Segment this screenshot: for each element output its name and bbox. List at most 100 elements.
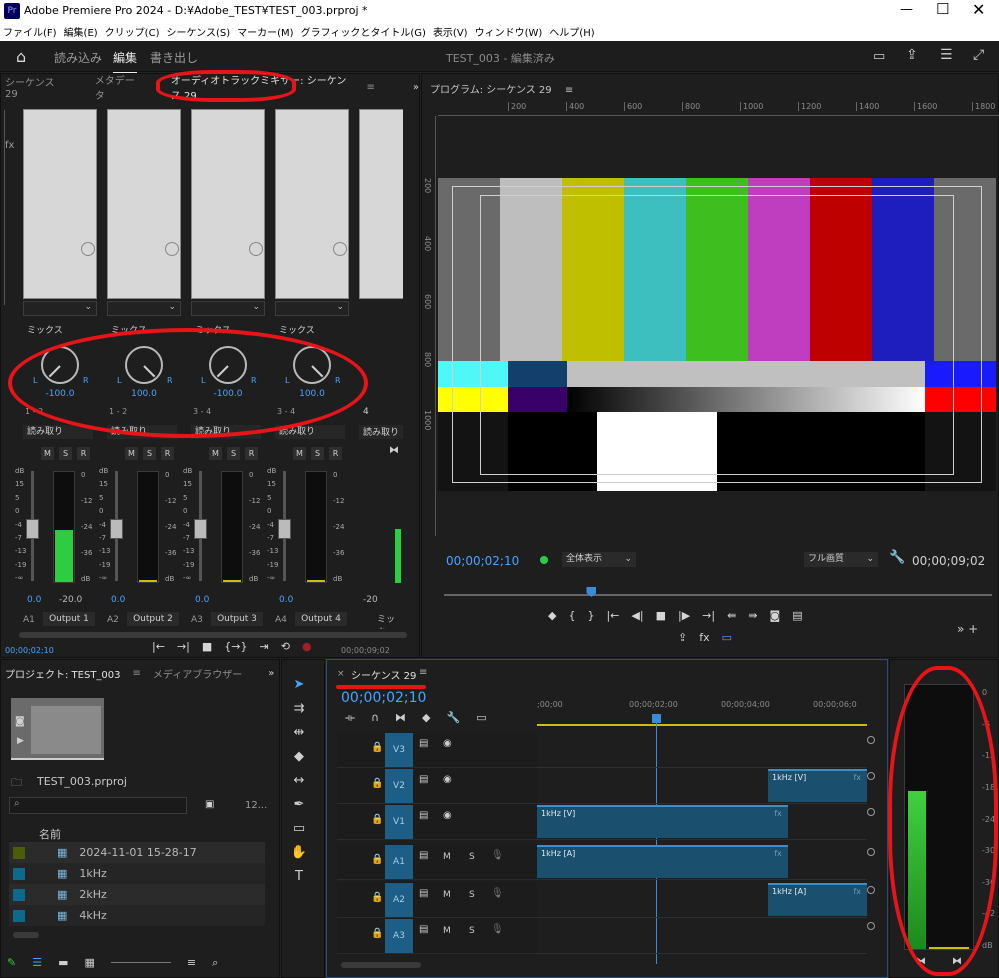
rectangle-icon[interactable]: ▭ — [290, 820, 308, 838]
track-end-handle[interactable] — [867, 736, 875, 744]
sync-lock-icon[interactable]: ▤ — [419, 738, 428, 749]
maximize-icon[interactable]: ☐ — [936, 0, 949, 18]
timeline-clip[interactable]: 1kHz [V] fx — [537, 805, 788, 838]
mute-solo-record-button[interactable]: R — [245, 447, 258, 460]
panel-toggle-icon[interactable]: ▭ — [873, 49, 885, 64]
menu-item[interactable]: グラフィックとタイトル(G) — [301, 24, 426, 39]
zoom-slider[interactable] — [110, 956, 171, 963]
send-select[interactable]: ⌄ — [275, 301, 349, 316]
menu-item[interactable]: クリップ(C) — [105, 24, 160, 39]
track-end-handle[interactable] — [867, 848, 875, 856]
timeline-timecode[interactable]: 00;00;02;10 — [341, 690, 426, 706]
mixer-transport-button[interactable]: ⟲ — [281, 640, 290, 653]
add-button-icon[interactable]: » + — [957, 622, 978, 636]
pencil-icon[interactable]: ✎ — [7, 956, 16, 970]
mixer-scrollbar[interactable] — [19, 632, 407, 638]
razor-icon[interactable]: ◆ — [290, 748, 308, 766]
volume-value[interactable]: 0.0 — [111, 595, 125, 605]
ripple-edit-icon[interactable]: ⇹ — [290, 724, 308, 742]
list-item[interactable]: ▦ 2024-11-01 15-28-17 — [9, 842, 265, 863]
program-control-button[interactable]: fx — [699, 631, 709, 644]
mixer-transport-button[interactable]: |← — [152, 640, 165, 653]
mixer-transport-button[interactable]: ● — [302, 640, 312, 653]
mic-icon[interactable]: 🎙 — [491, 850, 504, 861]
mixer-transport-button[interactable]: →| — [177, 640, 190, 653]
mute-solo-record-button[interactable]: S — [227, 447, 240, 460]
list-item[interactable]: ▦ 1kHz — [9, 863, 265, 884]
more-panels-icon[interactable]: » — [268, 668, 274, 679]
zoom-select[interactable]: 全体表示 ⌄ — [562, 552, 636, 567]
panel-menu-icon[interactable]: ≡ — [366, 82, 374, 93]
lock-icon[interactable]: 🔒 — [371, 854, 383, 865]
mute-solo-record-button[interactable]: S — [311, 447, 324, 460]
close-icon[interactable]: ✕ — [972, 0, 985, 19]
program-control-button[interactable]: ⇛ — [748, 609, 757, 622]
mute-solo-record-button[interactable]: M — [293, 447, 306, 460]
program-control-button[interactable]: |▶ — [678, 609, 690, 622]
sync-lock-icon[interactable]: ▤ — [419, 924, 428, 935]
track-target[interactable]: V1 — [385, 805, 413, 839]
nest-icon[interactable]: ⟛ — [345, 711, 355, 725]
mute-solo-record-button[interactable]: R — [161, 447, 174, 460]
panel-menu-icon[interactable]: ≡ — [133, 668, 141, 679]
search-icon[interactable]: ⌕ — [212, 956, 218, 970]
volume-value[interactable]: 0.0 — [279, 595, 293, 605]
eye-icon[interactable]: ◉ — [443, 738, 452, 749]
project-search-input[interactable]: ⌕ — [9, 797, 187, 814]
mixer-transport-button[interactable]: ⇥ — [260, 640, 269, 653]
pen-icon[interactable]: ✒ — [290, 796, 308, 814]
lock-icon[interactable]: 🔒 — [371, 742, 383, 753]
sort-icon[interactable]: ≡ — [187, 956, 196, 970]
effects-slot[interactable] — [275, 109, 349, 299]
wrench-icon[interactable]: 🔧 — [447, 711, 461, 725]
settings-icon[interactable]: ☰ — [940, 47, 953, 63]
panel-menu-icon[interactable]: ≡ — [419, 667, 427, 678]
menu-item[interactable]: ファイル(F) — [3, 24, 57, 39]
tab-sequence[interactable]: シーケンス 29 — [5, 74, 63, 100]
freeform-view-icon[interactable]: ▦ — [85, 956, 95, 970]
slip-icon[interactable]: ↔ — [290, 772, 308, 790]
menu-item[interactable]: ウィンドウ(W) — [475, 24, 543, 39]
timeline-clip[interactable]: 1kHz [V] fx — [768, 769, 867, 802]
panel-menu-icon[interactable]: ≡ — [565, 85, 573, 96]
list-view-icon[interactable]: ☰ — [32, 956, 42, 970]
timeline-hscroll[interactable] — [341, 962, 421, 968]
mute-solo-record-button[interactable]: R — [329, 447, 342, 460]
mixer-transport-button[interactable]: ■ — [202, 640, 212, 653]
lock-icon[interactable]: 🔒 — [371, 778, 383, 789]
project-scrollbar[interactable] — [13, 932, 39, 938]
program-control-button[interactable]: ▭ — [722, 631, 732, 644]
tab-metadata[interactable]: メタデータ — [95, 72, 139, 102]
solo-button[interactable]: S — [469, 926, 475, 936]
mute-solo-record-button[interactable]: S — [143, 447, 156, 460]
mute-button[interactable]: M — [443, 852, 451, 862]
program-control-button[interactable]: ◀| — [631, 609, 643, 622]
lock-icon[interactable]: 🔒 — [371, 814, 383, 825]
sync-lock-icon[interactable]: ▤ — [419, 888, 428, 899]
sync-lock-icon[interactable]: ▤ — [419, 850, 428, 861]
sync-lock-icon[interactable]: ▤ — [419, 810, 428, 821]
mixer-transport-button[interactable]: {→} — [224, 640, 247, 653]
bowtie-icon[interactable]: ⧓ — [389, 445, 399, 456]
volume-value[interactable]: 0.0 — [27, 595, 41, 605]
type-icon[interactable]: T — [290, 868, 308, 886]
minimize-icon[interactable]: — — [900, 2, 913, 17]
tab-project[interactable]: プロジェクト: TEST_003 — [5, 666, 121, 681]
output-select[interactable]: Output 1 — [43, 612, 95, 626]
program-control-button[interactable]: ⇚ — [727, 609, 736, 622]
marker-icon[interactable]: ◆ — [422, 711, 430, 725]
track-select-icon[interactable]: ⇉ — [290, 700, 308, 718]
effects-slot[interactable] — [359, 109, 403, 299]
track-end-handle[interactable] — [867, 886, 875, 894]
program-control-button[interactable]: →| — [702, 609, 715, 622]
workspace-tab-import[interactable]: 読み込み — [54, 49, 102, 66]
home-icon[interactable]: ⌂ — [16, 47, 26, 66]
program-control-button[interactable]: } — [587, 609, 594, 622]
program-control-button[interactable]: ◆ — [548, 609, 556, 622]
list-item[interactable]: ▦ 2kHz — [9, 884, 265, 905]
captions-icon[interactable]: ▭ — [476, 711, 486, 725]
mute-solo-record-button[interactable]: R — [77, 447, 90, 460]
track-end-handle[interactable] — [867, 772, 875, 780]
output-select[interactable]: ミック — [377, 612, 403, 629]
more-panels-icon[interactable]: » — [413, 82, 419, 93]
